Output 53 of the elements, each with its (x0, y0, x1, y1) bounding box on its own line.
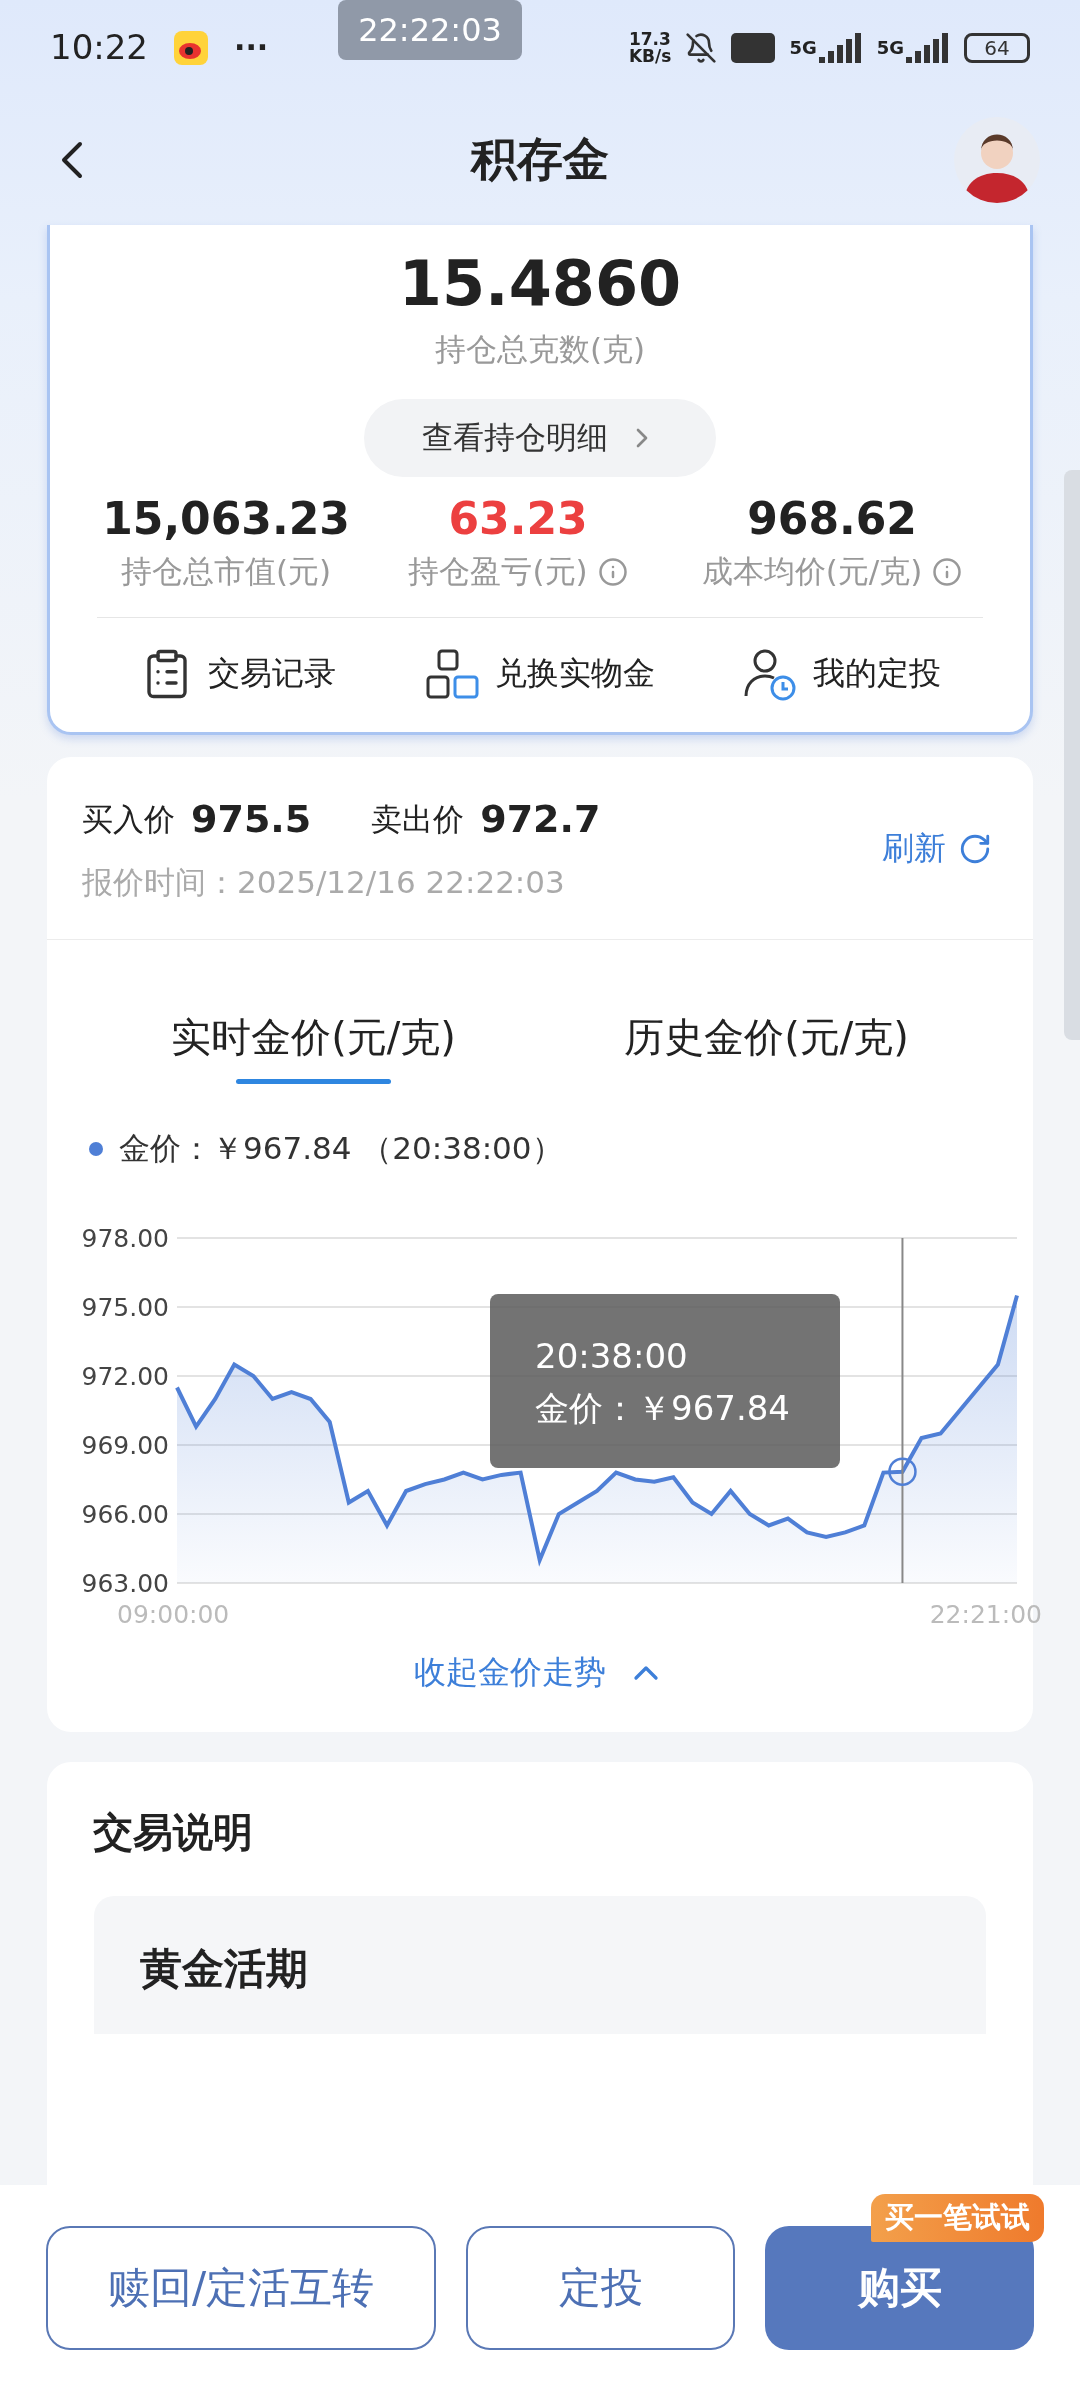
chart-tab[interactable]: 实时金价(元/克) (87, 1010, 540, 1085)
info-icon[interactable] (597, 556, 628, 587)
action-button[interactable]: 赎回/定活互转 (46, 2225, 437, 2350)
timer-overlay: 22:22:03 (338, 0, 522, 60)
clock-time: 10:22 (50, 27, 148, 68)
stat-label: 持仓总市值(元) (120, 553, 332, 591)
battery-indicator: 64 (964, 32, 1030, 63)
network-label: 5G (789, 36, 817, 59)
more-notifications: ··· (234, 29, 269, 66)
stat-value: 63.23 (448, 492, 588, 546)
x-axis-label: 22:21:00 (929, 1599, 1042, 1629)
action-button[interactable]: 定投 (466, 2225, 735, 2350)
x-axis-label: 09:00:00 (117, 1599, 230, 1629)
stat-label: 持仓盈亏(元) (408, 553, 588, 591)
chart-tab[interactable]: 历史金价(元/克) (540, 1010, 993, 1085)
holding-detail-button[interactable]: 查看持仓明细 (364, 398, 716, 477)
network-label: 5G (876, 36, 904, 59)
stat-value: 15,063.23 (102, 492, 350, 546)
app-notification-icon (174, 30, 208, 65)
bell-muted-icon (685, 31, 718, 64)
info-icon[interactable] (932, 556, 963, 587)
sell-price-label: 卖出价 (371, 800, 465, 838)
tooltip-price: 金价：￥967.84 (535, 1387, 790, 1428)
y-axis-label: 963.00 (81, 1568, 169, 1598)
legend-dot (89, 1141, 103, 1156)
network-speed: 17.3 KB/s (628, 30, 672, 65)
blocks-icon (425, 647, 481, 700)
total-grams: 15.4860 (398, 247, 682, 322)
stat-value: 968.62 (747, 492, 917, 546)
buy-price-label: 买入价 (82, 800, 175, 838)
collapse-chart-button[interactable]: 收起金价走势 (408, 1649, 672, 1696)
subsection-title: 黄金活期 (140, 1943, 308, 1993)
y-axis-label: 969.00 (81, 1430, 169, 1460)
tooltip-time: 20:38:00 (535, 1335, 688, 1376)
y-axis-label: 978.00 (81, 1223, 169, 1253)
action-button[interactable]: 我的定投 (701, 645, 983, 702)
y-axis-label: 966.00 (81, 1499, 169, 1529)
refresh-button[interactable]: 刷新 (876, 825, 998, 872)
stat-label: 成本均价(元/克) (701, 553, 923, 591)
buy-price: 975.5 (191, 796, 312, 843)
signal-icon (906, 32, 950, 63)
signal-icon (818, 32, 863, 63)
y-axis-label: 975.00 (81, 1292, 169, 1322)
page-title: 积存金 (469, 131, 610, 188)
total-grams-label: 持仓总克数(克) (434, 331, 646, 369)
section-title: 交易说明 (92, 1807, 254, 1856)
action-button[interactable]: 兑换实物金 (378, 645, 702, 702)
sell-price: 972.7 (480, 796, 601, 843)
y-axis-label: 972.00 (81, 1361, 169, 1391)
action-button[interactable]: 交易记录 (97, 645, 379, 702)
legend-text: 金价：￥967.84 （20:38:00） (119, 1130, 563, 1168)
promo-badge: 买一笔试试 (871, 2193, 1044, 2242)
quote-time: 报价时间：2025/12/16 22:22:03 (82, 864, 566, 902)
